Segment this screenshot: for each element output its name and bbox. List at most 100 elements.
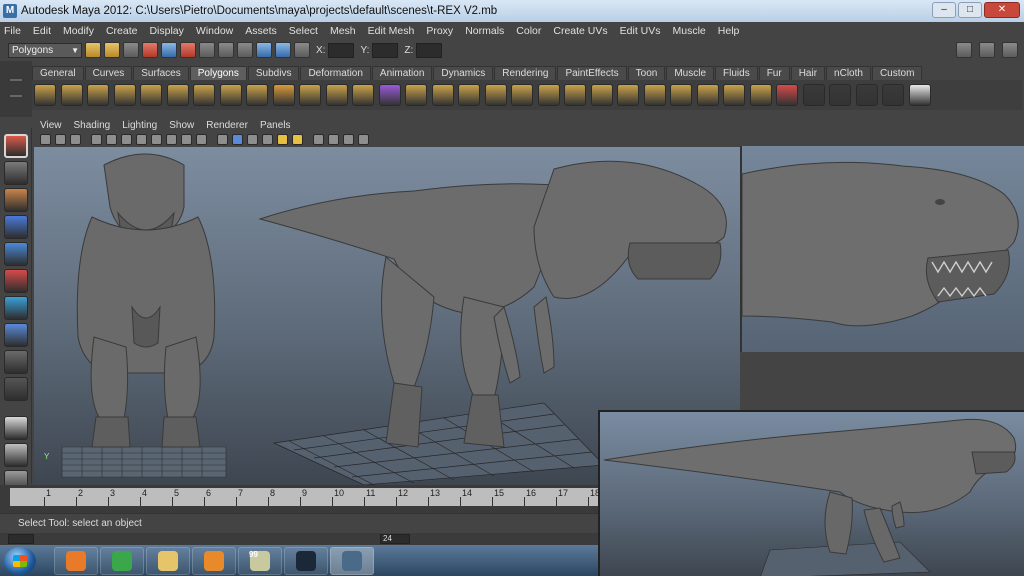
shelf-bridge-icon[interactable] bbox=[670, 84, 692, 106]
select-by-object-icon[interactable] bbox=[161, 42, 177, 58]
maximize-button[interactable]: □ bbox=[958, 2, 982, 18]
menu-mesh[interactable]: Mesh bbox=[330, 25, 356, 37]
menu-edit-mesh[interactable]: Edit Mesh bbox=[368, 25, 415, 37]
shelf-grip-icon[interactable] bbox=[10, 79, 22, 97]
shelf-tab-hair[interactable]: Hair bbox=[790, 66, 826, 80]
last-tool-icon[interactable] bbox=[4, 377, 28, 401]
shelf-merge-icon[interactable] bbox=[723, 84, 745, 106]
ipr-render-icon[interactable] bbox=[275, 42, 291, 58]
shelf-prism-icon[interactable] bbox=[193, 84, 215, 106]
x-field[interactable] bbox=[328, 42, 355, 58]
steam-taskbar-icon[interactable] bbox=[284, 546, 328, 575]
shelf-average-vertices-icon[interactable] bbox=[484, 84, 507, 106]
render-current-frame-icon[interactable] bbox=[256, 42, 272, 58]
shelf-tab-custom[interactable]: Custom bbox=[871, 66, 923, 80]
universal-manipulator-icon[interactable] bbox=[4, 296, 28, 320]
menu-set-select[interactable]: Polygons ▼ bbox=[8, 42, 82, 58]
paint-select-tool-icon[interactable] bbox=[4, 188, 28, 212]
shelf-cone-icon[interactable] bbox=[113, 84, 136, 106]
bookmarks-icon[interactable] bbox=[70, 133, 81, 145]
shelf-insert-edge-loop-icon[interactable] bbox=[590, 84, 613, 106]
time-slider[interactable]: 1 2 3 4 5 6 7 8 9 10 11 12 13 14 15 16 17 18 bbox=[0, 485, 600, 513]
menu-color[interactable]: Color bbox=[516, 25, 541, 37]
use-all-lights-icon[interactable] bbox=[277, 133, 288, 145]
safe-action-icon[interactable] bbox=[181, 133, 192, 145]
panel-menu-shading[interactable]: Shading bbox=[74, 120, 111, 131]
shelf-tab-subdivs[interactable]: Subdivs bbox=[247, 66, 300, 80]
shelf-tab-general[interactable]: General bbox=[32, 66, 84, 80]
app-99-taskbar-icon[interactable]: 99 bbox=[238, 546, 282, 575]
shelf-split-polygon-icon[interactable] bbox=[564, 84, 586, 106]
shelf-pyramid-icon[interactable] bbox=[219, 84, 242, 106]
menu-assets[interactable]: Assets bbox=[245, 25, 277, 37]
shelf-uv-cylindrical-icon[interactable] bbox=[829, 84, 851, 106]
shelf-tab-painteffects[interactable]: PaintEffects bbox=[557, 66, 627, 80]
xray-joints-icon[interactable] bbox=[343, 133, 354, 145]
shelf-sphere-icon[interactable] bbox=[34, 84, 56, 106]
select-tool-icon[interactable] bbox=[4, 134, 28, 158]
shelf-tab-fur[interactable]: Fur bbox=[758, 66, 790, 80]
shelf-tab-curves[interactable]: Curves bbox=[84, 66, 133, 80]
field-chart-icon[interactable] bbox=[166, 133, 177, 145]
menu-create[interactable]: Create bbox=[106, 25, 138, 37]
safe-title-icon[interactable] bbox=[196, 133, 207, 145]
menu-display[interactable]: Display bbox=[149, 25, 183, 37]
gate-mask-icon[interactable] bbox=[151, 133, 162, 145]
scale-tool-icon[interactable] bbox=[4, 269, 28, 293]
shelf-tab-dynamics[interactable]: Dynamics bbox=[433, 66, 494, 80]
shelf-extrude-icon[interactable] bbox=[643, 84, 666, 106]
shelf-pipe-icon[interactable] bbox=[246, 84, 268, 106]
shelf-bevel-icon[interactable] bbox=[696, 84, 719, 106]
select-camera-icon[interactable] bbox=[40, 133, 51, 145]
xray-icon[interactable] bbox=[313, 133, 324, 145]
xray-components-icon[interactable] bbox=[358, 133, 369, 145]
save-scene-icon[interactable] bbox=[123, 42, 139, 58]
wireframe-icon[interactable] bbox=[217, 133, 228, 145]
tool-settings-icon[interactable] bbox=[979, 42, 995, 58]
soft-mod-icon[interactable] bbox=[4, 323, 28, 347]
menu-modify[interactable]: Modify bbox=[63, 25, 94, 37]
panel-menu-lighting[interactable]: Lighting bbox=[122, 120, 157, 131]
range-slider[interactable]: 24 bbox=[0, 533, 598, 545]
shelf-tab-deformation[interactable]: Deformation bbox=[300, 66, 371, 80]
menu-file[interactable]: File bbox=[4, 25, 21, 37]
maya-taskbar-icon[interactable] bbox=[330, 546, 374, 575]
shadows-icon[interactable] bbox=[292, 133, 303, 145]
shelf-uv-automatic-icon[interactable] bbox=[882, 84, 904, 106]
shelf-sculpt-icon[interactable] bbox=[776, 84, 798, 106]
channel-box-icon[interactable] bbox=[1002, 42, 1018, 58]
shelf-tab-surfaces[interactable]: Surfaces bbox=[133, 66, 189, 80]
resolution-gate-icon[interactable] bbox=[136, 133, 147, 145]
four-view-layout-icon[interactable] bbox=[4, 443, 28, 467]
single-perspective-layout-icon[interactable] bbox=[4, 416, 28, 440]
minimize-button[interactable]: – bbox=[932, 2, 956, 18]
menu-proxy[interactable]: Proxy bbox=[426, 25, 453, 37]
menu-select[interactable]: Select bbox=[289, 25, 318, 37]
media-player-taskbar-icon[interactable] bbox=[192, 546, 236, 575]
shelf-uv-editor-icon[interactable] bbox=[908, 84, 931, 106]
shelf-booleans-icon[interactable] bbox=[378, 84, 401, 106]
panel-menu-panels[interactable]: Panels bbox=[260, 120, 291, 131]
y-field[interactable] bbox=[372, 42, 399, 58]
shelf-tab-toon[interactable]: Toon bbox=[627, 66, 666, 80]
panel-menu-show[interactable]: Show bbox=[169, 120, 194, 131]
film-gate-icon[interactable] bbox=[121, 133, 132, 145]
explorer-taskbar-icon[interactable] bbox=[146, 546, 190, 575]
shelf-torus-icon[interactable] bbox=[166, 84, 189, 106]
shelf-fill-hole-icon[interactable] bbox=[511, 84, 533, 106]
lasso-tool-icon[interactable] bbox=[4, 161, 28, 185]
shelf-cylinder-icon[interactable] bbox=[87, 84, 109, 106]
shelf-helix-icon[interactable] bbox=[272, 84, 295, 106]
firefox-taskbar-icon[interactable] bbox=[54, 546, 98, 575]
panel-menu-view[interactable]: View bbox=[40, 120, 62, 131]
shelf-smooth-icon[interactable] bbox=[458, 84, 480, 106]
shelf-offset-edge-loop-icon[interactable] bbox=[617, 84, 639, 106]
camera-attributes-icon[interactable] bbox=[55, 133, 66, 145]
menu-window[interactable]: Window bbox=[196, 25, 233, 37]
textured-icon[interactable] bbox=[262, 133, 273, 145]
select-by-hierarchy-icon[interactable] bbox=[142, 42, 158, 58]
rotate-tool-icon[interactable] bbox=[4, 242, 28, 266]
new-scene-icon[interactable] bbox=[85, 42, 101, 58]
shelf-collapse-icon[interactable] bbox=[749, 84, 772, 106]
image-plane-icon[interactable] bbox=[91, 133, 102, 145]
